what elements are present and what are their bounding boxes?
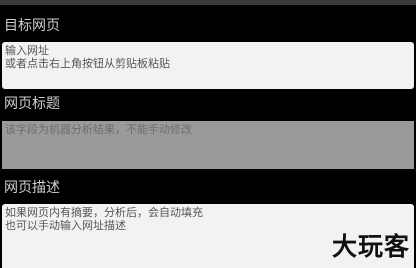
status-bar: [0, 0, 416, 5]
page-title-label: 网页标题: [4, 96, 60, 112]
description-placeholder-line1: 如果网页内有摘要，分析后，会自动填充: [5, 206, 203, 219]
title-placeholder: 该字段为机器分析结果，不能手动修改: [5, 123, 192, 136]
page-title-field-disabled: 该字段为机器分析结果，不能手动修改: [2, 121, 414, 169]
description-label: 网页描述: [4, 180, 60, 196]
url-placeholder-line1: 输入网址: [5, 44, 49, 57]
target-url-label: 目标网页: [4, 18, 60, 34]
watermark-logo: 大玩客: [331, 232, 410, 261]
url-placeholder-line2: 或者点击右上角按钮从剪贴板粘贴: [5, 57, 170, 70]
url-input[interactable]: 输入网址 或者点击右上角按钮从剪贴板粘贴: [2, 42, 414, 89]
add-webpage-form: 目标网页 输入网址 或者点击右上角按钮从剪贴板粘贴 网页标题 该字段为机器分析结…: [0, 0, 416, 268]
description-placeholder-line2: 也可以手动输入网址描述: [5, 219, 126, 232]
